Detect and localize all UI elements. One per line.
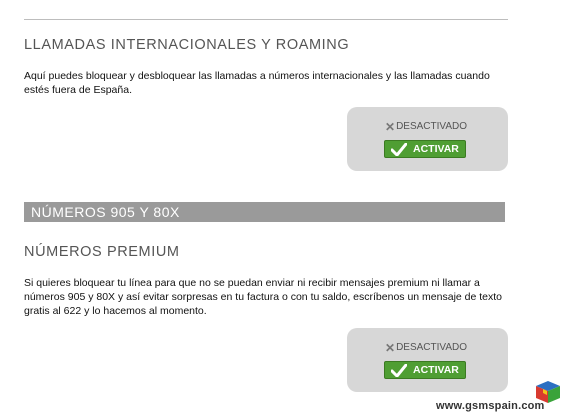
- premium-numbers-description: Si quieres bloquear tu línea para que no…: [24, 277, 503, 317]
- activate-button[interactable]: ACTIVAR: [384, 140, 466, 158]
- international-roaming-description: Aquí puedes bloquear y desbloquear las l…: [24, 70, 490, 96]
- x-icon: ✕: [385, 119, 396, 134]
- numeros-905-80x-band: NÚMEROS 905 Y 80X: [24, 202, 505, 222]
- status-label: DESACTIVADO: [396, 342, 467, 353]
- international-roaming-title: LLAMADAS INTERNACIONALES Y ROAMING: [24, 37, 350, 53]
- international-roaming-status-box: ✕ DESACTIVADO ACTIVAR: [347, 107, 508, 171]
- check-icon: [391, 363, 407, 377]
- status-row: ✕ DESACTIVADO: [385, 340, 467, 355]
- watermark-text: www.gsmspain.com: [436, 400, 545, 412]
- status-label: DESACTIVADO: [396, 121, 467, 132]
- activate-button[interactable]: ACTIVAR: [384, 361, 466, 379]
- status-row: ✕ DESACTIVADO: [385, 119, 467, 134]
- check-icon: [391, 142, 407, 156]
- activate-button-label: ACTIVAR: [413, 364, 459, 376]
- gsmspain-watermark: www.gsmspain.com: [436, 380, 564, 414]
- premium-numbers-title: NÚMEROS PREMIUM: [24, 244, 180, 260]
- activate-button-label: ACTIVAR: [413, 143, 459, 155]
- top-divider: [24, 19, 508, 20]
- x-icon: ✕: [385, 340, 396, 355]
- band-label: NÚMEROS 905 Y 80X: [31, 204, 180, 220]
